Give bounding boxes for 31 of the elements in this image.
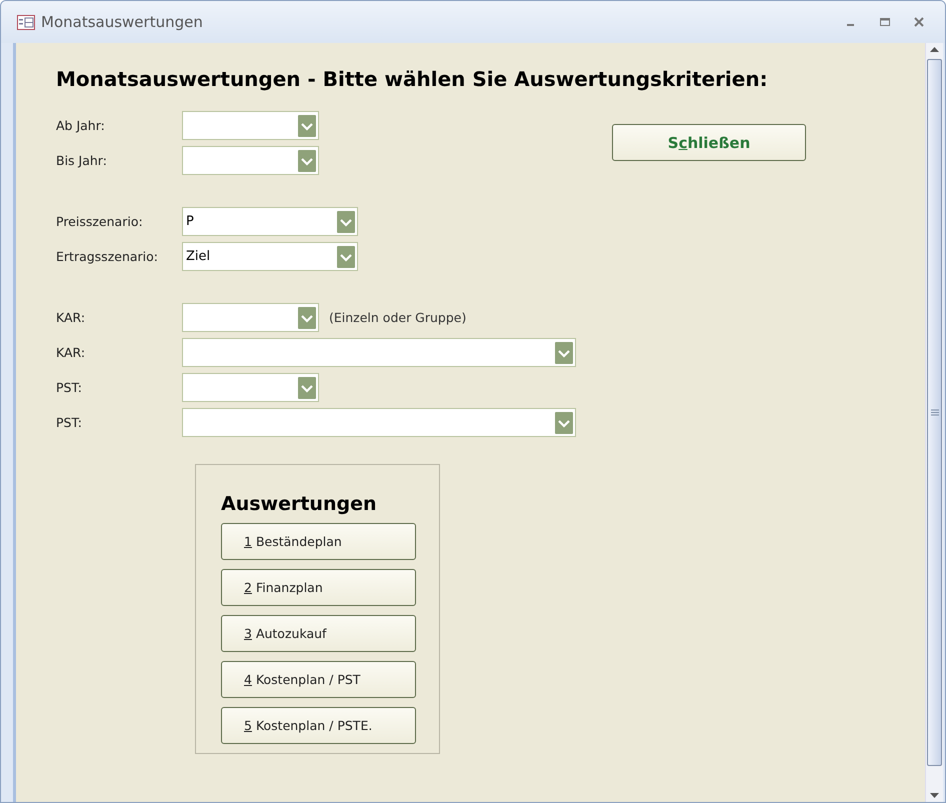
field-label: KAR: xyxy=(56,345,86,360)
vertical-scrollbar[interactable] xyxy=(925,43,943,802)
window-title: Monatsauswertungen xyxy=(41,13,204,31)
field-label: Ertragsszenario: xyxy=(56,249,160,264)
field-label: PST: xyxy=(56,415,83,430)
form-icon xyxy=(17,14,35,30)
scroll-thumb[interactable] xyxy=(927,59,942,766)
combo-box[interactable]: Ziel xyxy=(182,242,358,271)
close-icon[interactable] xyxy=(913,16,925,28)
field-hint: (Einzeln oder Gruppe) xyxy=(329,310,466,325)
combo-box[interactable] xyxy=(182,408,576,437)
form-heading: Monatsauswertungen - Bitte wählen Sie Auswertungskriterien: xyxy=(56,67,769,91)
maximize-icon[interactable] xyxy=(880,17,890,27)
combo-box[interactable]: P xyxy=(182,207,358,236)
combo-box[interactable] xyxy=(182,303,319,332)
report-button[interactable]: 1 Beständeplan xyxy=(221,523,416,560)
close-button[interactable]: Schließen xyxy=(612,124,806,161)
report-button[interactable]: 2 Finanzplan xyxy=(221,569,416,606)
panel-title: Auswertungen xyxy=(221,493,378,515)
report-button[interactable]: 4 Kostenplan / PST xyxy=(221,661,416,698)
field-label: Preisszenario: xyxy=(56,214,144,229)
combo-box[interactable] xyxy=(182,373,319,402)
combo-box[interactable] xyxy=(182,338,576,367)
field-label: KAR: xyxy=(56,310,86,325)
report-button[interactable]: 3 Autozukauf xyxy=(221,615,416,652)
field-label: Bis Jahr: xyxy=(56,153,108,168)
combo-box[interactable] xyxy=(182,111,319,140)
report-button[interactable]: 5 Kostenplan / PSTE. xyxy=(221,707,416,744)
combo-box[interactable] xyxy=(182,146,319,175)
field-label: Ab Jahr: xyxy=(56,118,106,133)
field-label: PST: xyxy=(56,380,83,395)
